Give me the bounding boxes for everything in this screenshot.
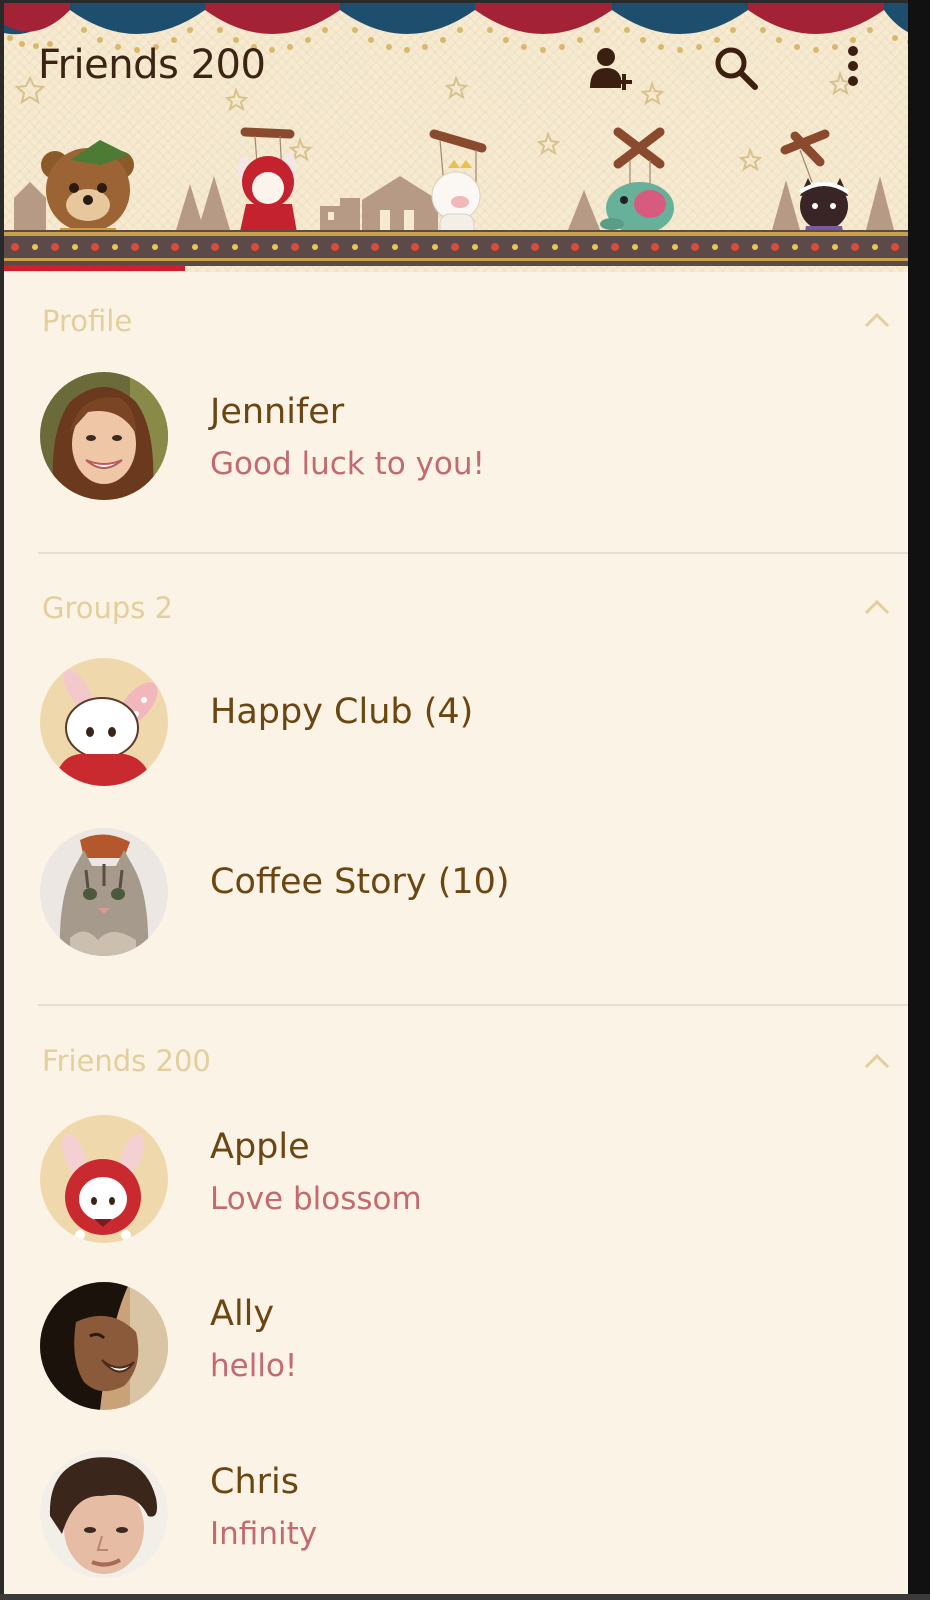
avatar — [40, 1450, 168, 1578]
avatar — [40, 828, 168, 956]
more-options-icon[interactable] — [844, 44, 862, 90]
page-title: Friends 200 — [38, 42, 266, 88]
avatar — [40, 372, 168, 500]
section-header-friends: Friends 200 — [42, 1044, 211, 1078]
screen-edge-right — [908, 0, 930, 1600]
chevron-up-icon[interactable] — [864, 1053, 890, 1073]
profile-name: Jennifer — [210, 392, 345, 432]
add-friend-icon[interactable] — [588, 44, 638, 92]
screen-edge-left — [0, 0, 4, 1600]
friend-name: Ally — [210, 1294, 275, 1334]
tab-indicator — [0, 265, 185, 271]
section-header-profile: Profile — [42, 304, 133, 338]
friend-row[interactable]: Apple Love blossom — [0, 1105, 908, 1255]
section-header-groups: Groups 2 — [42, 591, 174, 625]
marionette-bars — [240, 127, 830, 169]
avatar — [40, 658, 168, 786]
section-divider — [38, 1004, 930, 1006]
friend-status-message: Infinity — [210, 1516, 318, 1552]
friend-name: Chris — [210, 1462, 299, 1502]
green-creature-character — [600, 182, 674, 234]
friend-row[interactable]: Ally hello! — [0, 1272, 908, 1422]
profile-row[interactable]: Jennifer Good luck to you! — [0, 362, 908, 512]
group-name: Coffee Story (10) — [210, 862, 510, 902]
screen-edge-bottom — [0, 1594, 930, 1600]
friend-status-message: Love blossom — [210, 1181, 422, 1217]
search-icon[interactable] — [712, 44, 760, 92]
friend-row[interactable]: Chris Infinity — [0, 1440, 908, 1590]
avatar — [40, 1115, 168, 1243]
friend-status-message: hello! — [210, 1348, 298, 1384]
group-name: Happy Club (4) — [210, 692, 474, 732]
marionette-strings — [254, 135, 813, 190]
friend-name: Apple — [210, 1127, 310, 1167]
avatar — [40, 1282, 168, 1410]
profile-status-message: Good luck to you! — [210, 446, 485, 482]
group-row[interactable]: Happy Club (4) — [0, 648, 908, 798]
section-divider — [38, 552, 930, 554]
chevron-up-icon[interactable] — [864, 599, 890, 619]
curtain-scallops — [0, 0, 930, 40]
header-banner: Friends 200 — [0, 0, 930, 272]
group-row[interactable]: Coffee Story (10) — [0, 818, 908, 968]
chevron-up-icon[interactable] — [864, 312, 890, 332]
theme-illustration — [0, 0, 930, 266]
